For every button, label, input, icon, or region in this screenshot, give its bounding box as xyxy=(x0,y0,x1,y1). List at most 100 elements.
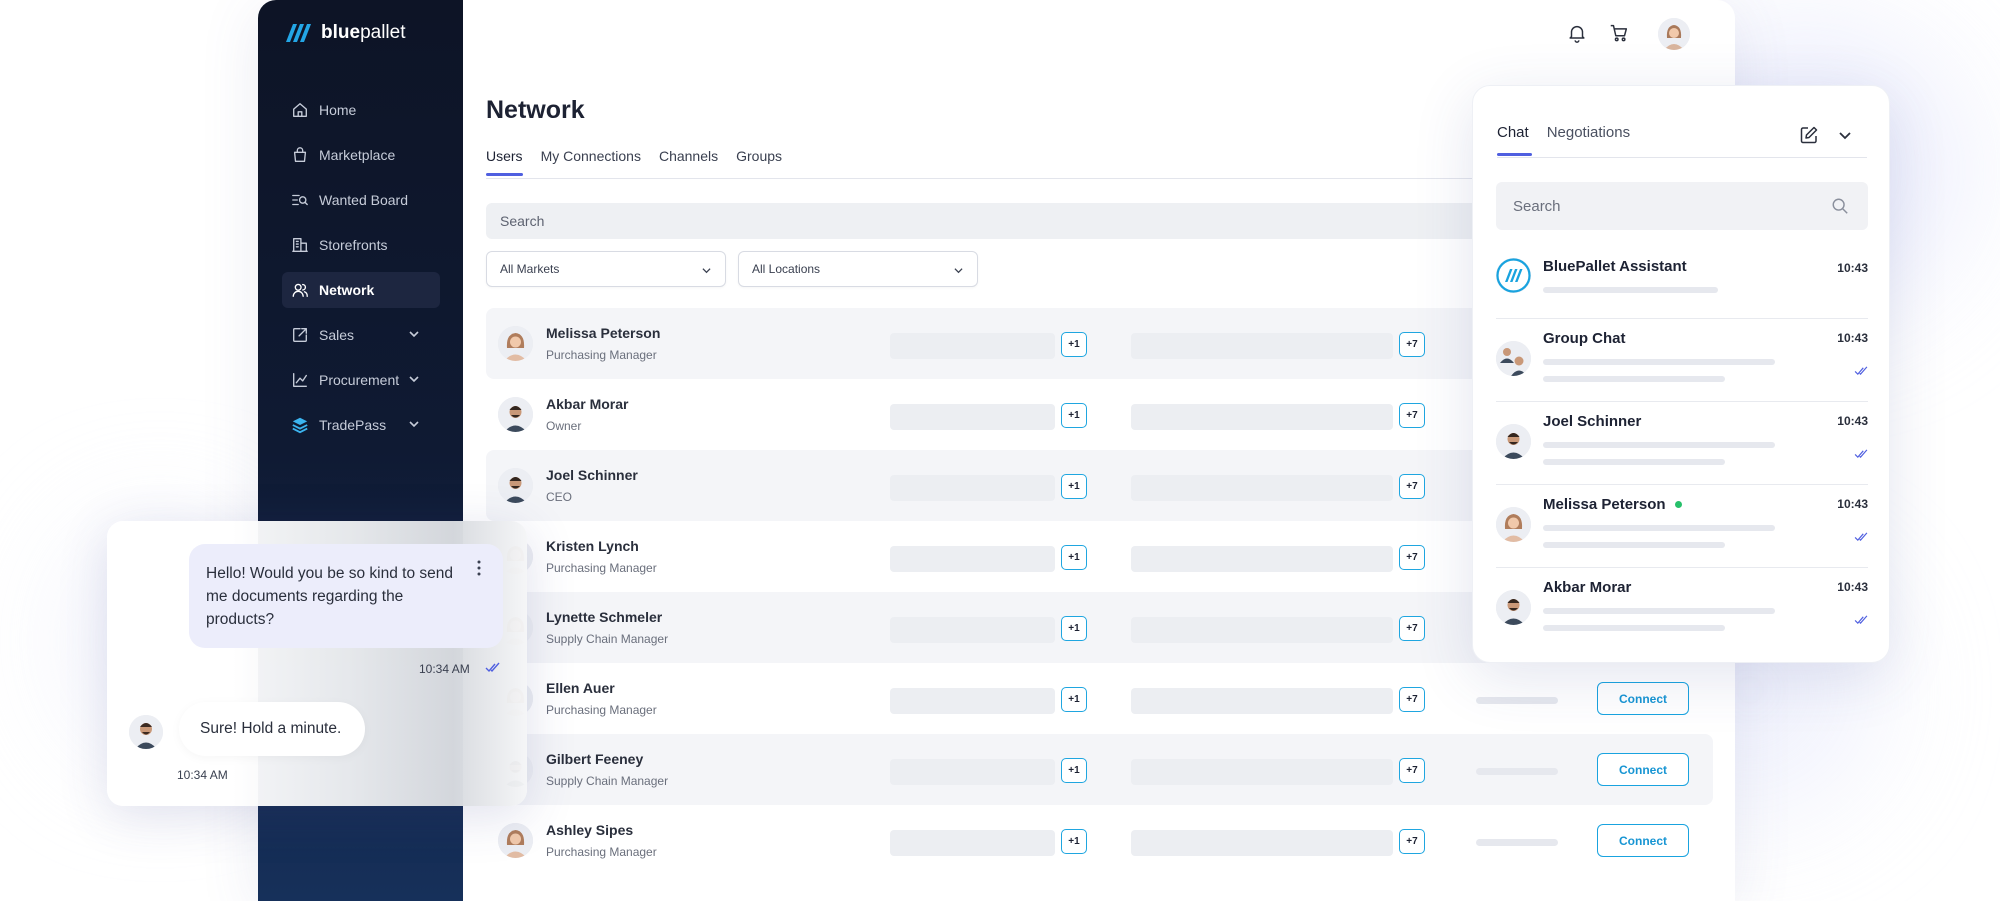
user-role: Purchasing Manager xyxy=(546,703,657,717)
avatar xyxy=(1496,507,1531,542)
tab-my-connections[interactable]: My Connections xyxy=(541,148,641,174)
sidebar-item-network[interactable]: Network xyxy=(282,272,440,308)
placeholder-bar xyxy=(1476,768,1558,775)
placeholder-bar xyxy=(1131,404,1393,430)
more-badge[interactable]: +1 xyxy=(1061,829,1087,854)
sidebar-item-storefronts[interactable]: Storefronts xyxy=(282,227,440,263)
table-row[interactable]: Ashley Sipes Purchasing Manager +1 +7 Co… xyxy=(486,805,1713,876)
sidebar-item-wanted-board[interactable]: Wanted Board xyxy=(282,182,440,218)
locations-filter-select[interactable]: All Locations xyxy=(738,251,978,287)
tab-groups[interactable]: Groups xyxy=(736,148,782,174)
tab-users[interactable]: Users xyxy=(486,148,523,176)
more-badge[interactable]: +7 xyxy=(1399,687,1425,712)
sidebar-item-procurement[interactable]: Procurement xyxy=(282,362,440,398)
conversation-name-text: Group Chat xyxy=(1543,330,1626,347)
tab-negotiations[interactable]: Negotiations xyxy=(1547,124,1630,156)
placeholder-bar xyxy=(890,830,1055,856)
user-name: Akbar Morar xyxy=(546,396,629,412)
connect-button[interactable]: Connect xyxy=(1597,682,1689,715)
tab-chat[interactable]: Chat xyxy=(1497,124,1532,156)
conversation-name: BluePallet Assistant xyxy=(1543,258,1687,275)
preview-placeholder xyxy=(1543,442,1775,448)
online-status-dot xyxy=(1674,501,1682,508)
connect-button[interactable]: Connect xyxy=(1597,753,1689,786)
placeholder-bar xyxy=(1131,546,1393,572)
markets-filter-select[interactable]: All Markets xyxy=(486,251,726,287)
conversation-item[interactable]: Joel Schinner 10:43 xyxy=(1496,402,1868,485)
more-badge[interactable]: +7 xyxy=(1399,758,1425,783)
more-badge[interactable]: +1 xyxy=(1061,758,1087,783)
user-avatar[interactable] xyxy=(1658,18,1690,50)
more-options-icon[interactable] xyxy=(477,560,481,576)
page-title: Network xyxy=(486,96,585,124)
bell-icon[interactable] xyxy=(1566,22,1588,44)
avatar xyxy=(1496,258,1531,293)
collapse-chevron-icon[interactable] xyxy=(1838,128,1852,142)
user-name: Lynette Schmeler xyxy=(546,609,663,625)
incoming-message-bubble: Sure! Hold a minute. xyxy=(179,702,365,756)
avatar xyxy=(498,468,533,503)
user-role: Supply Chain Manager xyxy=(546,774,669,788)
avatar-image xyxy=(1496,507,1531,542)
conversation-name-text: Joel Schinner xyxy=(1543,413,1642,430)
search-icon xyxy=(1832,198,1848,214)
user-name: Melissa Peterson xyxy=(546,325,661,341)
table-row[interactable]: Ellen Auer Purchasing Manager +1 +7 Conn… xyxy=(486,663,1713,734)
placeholder-bar xyxy=(890,333,1055,359)
sidebar-item-label: Sales xyxy=(319,327,355,343)
more-badge[interactable]: +7 xyxy=(1399,616,1425,641)
avatar-image xyxy=(1496,424,1531,459)
sidebar-item-home[interactable]: Home xyxy=(282,92,440,128)
sidebar-item-marketplace[interactable]: Marketplace xyxy=(282,137,440,173)
more-badge[interactable]: +1 xyxy=(1061,474,1087,499)
placeholder-bar xyxy=(890,475,1055,501)
more-badge[interactable]: +1 xyxy=(1061,332,1087,357)
more-badge[interactable]: +1 xyxy=(1061,687,1087,712)
cart-icon[interactable] xyxy=(1608,22,1630,44)
avatar xyxy=(498,823,533,858)
more-badge[interactable]: +7 xyxy=(1399,545,1425,570)
placeholder-bar xyxy=(890,404,1055,430)
user-name: Gilbert Feeney xyxy=(546,751,644,767)
sidebar-item-tradepass[interactable]: TradePass xyxy=(282,407,440,443)
conversation-name-text: Akbar Morar xyxy=(1543,579,1632,596)
preview-placeholder xyxy=(1543,359,1775,365)
conversation-item[interactable]: Group Chat 10:43 xyxy=(1496,319,1868,402)
conversation-item[interactable]: Melissa Peterson 10:43 xyxy=(1496,485,1868,568)
conversation-item[interactable]: BluePallet Assistant 10:43 xyxy=(1496,249,1868,319)
user-role: Owner xyxy=(546,419,582,433)
avatar xyxy=(498,326,533,361)
avatar-image xyxy=(1496,590,1531,625)
placeholder-bar xyxy=(1476,697,1558,704)
more-badge[interactable]: +7 xyxy=(1399,332,1425,357)
connect-button[interactable]: Connect xyxy=(1597,824,1689,857)
brand-name-rest: pallet xyxy=(360,22,406,43)
avatar-image xyxy=(498,468,533,503)
tab-channels[interactable]: Channels xyxy=(659,148,718,174)
placeholder-bar xyxy=(1131,617,1393,643)
bluepallet-logo-icon xyxy=(286,24,311,42)
user-role: Purchasing Manager xyxy=(546,348,657,362)
double-check-icon xyxy=(485,662,500,673)
user-name: Joel Schinner xyxy=(546,467,638,483)
conversation-window: Hello! Would you be so kind to send me d… xyxy=(107,521,527,806)
sidebar-item-sales[interactable]: Sales xyxy=(282,317,440,353)
chevron-down-icon[interactable] xyxy=(408,418,420,430)
placeholder-bar xyxy=(1131,759,1393,785)
chat-search-placeholder: Search xyxy=(1513,197,1561,215)
more-badge[interactable]: +7 xyxy=(1399,829,1425,854)
placeholder-bar xyxy=(1131,688,1393,714)
chevron-down-icon[interactable] xyxy=(408,373,420,385)
more-badge[interactable]: +7 xyxy=(1399,474,1425,499)
chat-search-input[interactable]: Search xyxy=(1496,182,1868,230)
conversation-item[interactable]: Akbar Morar 10:43 xyxy=(1496,568,1868,651)
chevron-down-icon[interactable] xyxy=(408,328,420,340)
more-badge[interactable]: +1 xyxy=(1061,545,1087,570)
more-badge[interactable]: +1 xyxy=(1061,403,1087,428)
more-badge[interactable]: +7 xyxy=(1399,403,1425,428)
compose-icon[interactable] xyxy=(1799,125,1819,145)
brand-logo[interactable]: bluepallet xyxy=(283,22,405,44)
more-badge[interactable]: +1 xyxy=(1061,616,1087,641)
conversation-time: 10:43 xyxy=(1837,580,1868,594)
table-row[interactable]: Gilbert Feeney Supply Chain Manager +1 +… xyxy=(486,734,1713,805)
